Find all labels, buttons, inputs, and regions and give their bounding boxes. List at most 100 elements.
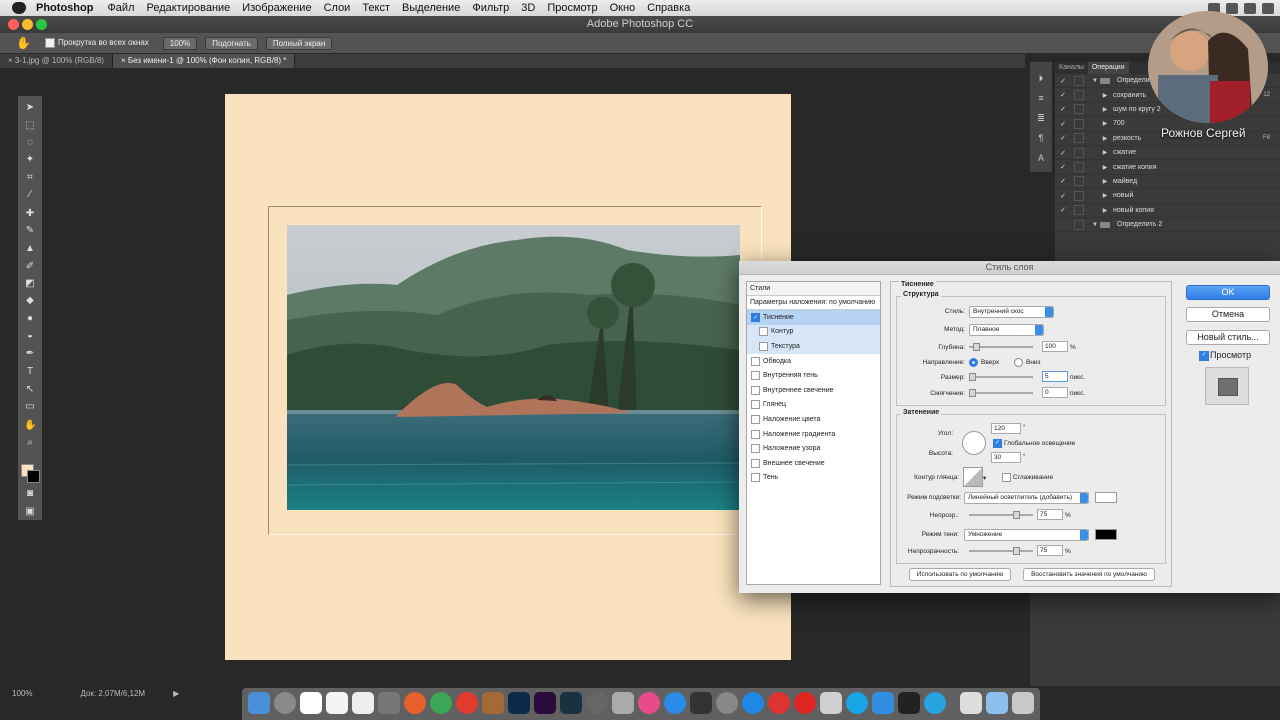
style-checkbox[interactable] bbox=[751, 414, 760, 424]
chevron-down-icon[interactable]: ▼ bbox=[1090, 78, 1100, 84]
help-icon[interactable] bbox=[612, 692, 634, 714]
check-icon[interactable]: ✓ bbox=[1058, 192, 1068, 200]
make-default-button[interactable]: Использовать по умолчанию bbox=[909, 568, 1011, 581]
style-checkbox[interactable] bbox=[759, 327, 768, 337]
style-item[interactable]: Внутренняя тень bbox=[747, 368, 880, 383]
soften-input[interactable]: 0 bbox=[1042, 387, 1068, 398]
style-checkbox[interactable] bbox=[751, 429, 760, 439]
dialog-toggle[interactable] bbox=[1074, 205, 1084, 216]
app-store-icon[interactable] bbox=[664, 692, 686, 714]
dialog-toggle[interactable] bbox=[1074, 162, 1084, 173]
healing-icon[interactable]: ✚ bbox=[24, 208, 36, 220]
action-row[interactable]: ✓ ▶ сжатие bbox=[1055, 146, 1280, 161]
shadow-color-swatch[interactable] bbox=[1095, 529, 1117, 540]
style-item[interactable]: Наложение узора bbox=[747, 441, 880, 456]
action-row[interactable]: ✓ ▶ майвед bbox=[1055, 175, 1280, 190]
marquee-icon[interactable]: ⬚ bbox=[24, 120, 36, 132]
reset-default-button[interactable]: Восстановить значения по умолчанию bbox=[1023, 568, 1155, 581]
status-icon[interactable] bbox=[1226, 2, 1238, 14]
eraser-icon[interactable]: ◩ bbox=[24, 278, 36, 290]
shadow-mode-select[interactable]: Умножение bbox=[964, 529, 1089, 541]
menu-file[interactable]: Файл bbox=[107, 2, 134, 14]
chevron-right-icon[interactable]: ▶ bbox=[1100, 207, 1110, 214]
adjust-icon[interactable]: ≡ bbox=[1035, 92, 1047, 104]
check-icon[interactable]: ✓ bbox=[1058, 134, 1068, 142]
shape-icon[interactable]: ▭ bbox=[24, 401, 36, 413]
size-input[interactable]: 5 bbox=[1042, 371, 1068, 382]
blending-options[interactable]: Параметры наложения: по умолчанию bbox=[747, 296, 880, 310]
menu-help[interactable]: Справка bbox=[647, 2, 690, 14]
background-color-swatch[interactable] bbox=[27, 470, 40, 483]
check-icon[interactable]: ✓ bbox=[1058, 177, 1068, 185]
direction-up-radio[interactable] bbox=[969, 358, 978, 367]
zoom-window-icon[interactable] bbox=[36, 19, 47, 30]
style-checkbox[interactable] bbox=[751, 444, 760, 454]
menu-edit[interactable]: Редактирование bbox=[146, 2, 230, 14]
history-icon[interactable]: ⏵ bbox=[1035, 72, 1047, 84]
history-brush-icon[interactable]: ✐ bbox=[24, 261, 36, 273]
shadow-opacity-thumb[interactable] bbox=[1013, 547, 1020, 555]
depth-input[interactable]: 100 bbox=[1042, 341, 1068, 352]
firefox-icon[interactable] bbox=[404, 692, 426, 714]
highlight-color-swatch[interactable] bbox=[1095, 492, 1117, 503]
system-prefs-icon[interactable] bbox=[716, 692, 738, 714]
lasso-icon[interactable]: ◌ bbox=[24, 137, 36, 149]
chrome-icon[interactable] bbox=[430, 692, 452, 714]
bucket-icon[interactable]: ◆ bbox=[24, 295, 36, 307]
apple-icon[interactable] bbox=[12, 2, 26, 14]
power-icon[interactable] bbox=[794, 692, 816, 714]
itunes-icon[interactable] bbox=[638, 692, 660, 714]
shadow-opacity-input[interactable]: 75 bbox=[1037, 545, 1063, 556]
check-icon[interactable]: ✓ bbox=[1058, 105, 1068, 113]
zoom-level[interactable]: 100% bbox=[12, 689, 32, 698]
menu-window[interactable]: Окно bbox=[610, 2, 636, 14]
yandex-icon[interactable] bbox=[456, 692, 478, 714]
menu-image[interactable]: Изображение bbox=[242, 2, 311, 14]
new-style-button[interactable]: Новый стиль... bbox=[1186, 330, 1270, 345]
style-checkbox[interactable] bbox=[751, 400, 760, 410]
app-icon[interactable] bbox=[924, 692, 946, 714]
style-item[interactable]: Наложение градиента bbox=[747, 427, 880, 442]
chevron-down-icon[interactable]: ▾ bbox=[983, 474, 986, 482]
notes-icon[interactable] bbox=[326, 692, 348, 714]
chevron-down-icon[interactable]: ▼ bbox=[1090, 222, 1100, 228]
angle-input[interactable]: 120 bbox=[991, 423, 1021, 434]
chevron-right-icon[interactable]: ▶ bbox=[1100, 164, 1110, 171]
highlight-opacity-input[interactable]: 75 bbox=[1037, 509, 1063, 520]
status-icon[interactable] bbox=[1262, 2, 1274, 14]
chevron-right-icon[interactable]: ▶ bbox=[1100, 192, 1110, 199]
app-icon[interactable] bbox=[482, 692, 504, 714]
menu-3d[interactable]: 3D bbox=[521, 2, 535, 14]
doc-tab-active[interactable]: × Без имени-1 @ 100% (Фон копия, RGB/8) … bbox=[112, 54, 296, 68]
action-row[interactable]: ✓ ▶ новый bbox=[1055, 189, 1280, 204]
properties-icon[interactable]: ≣ bbox=[1035, 112, 1047, 124]
zoom-100-button[interactable]: 100% bbox=[162, 36, 198, 50]
magic-wand-icon[interactable]: ✦ bbox=[24, 154, 36, 166]
size-slider-thumb[interactable] bbox=[969, 373, 976, 381]
dialog-toggle[interactable] bbox=[1074, 147, 1084, 158]
app-icon[interactable] bbox=[586, 692, 608, 714]
document-icon[interactable] bbox=[960, 692, 982, 714]
menu-view[interactable]: Просмотр bbox=[547, 2, 597, 14]
blur-icon[interactable]: ● bbox=[24, 313, 36, 325]
calendar-icon[interactable] bbox=[300, 692, 322, 714]
altitude-input[interactable]: 30 bbox=[991, 452, 1021, 463]
chevron-right-icon[interactable]: ▶ bbox=[1100, 92, 1110, 99]
launchpad-icon[interactable] bbox=[274, 692, 296, 714]
check-icon[interactable]: ✓ bbox=[1058, 163, 1068, 171]
eyedropper-icon[interactable]: ⁄ bbox=[24, 189, 36, 201]
chevron-right-icon[interactable]: ▶ bbox=[1100, 106, 1110, 113]
menu-layers[interactable]: Слои bbox=[324, 2, 351, 14]
style-checkbox[interactable] bbox=[759, 341, 768, 351]
photoshop-icon[interactable] bbox=[508, 692, 530, 714]
app-icon[interactable] bbox=[378, 692, 400, 714]
style-checkbox[interactable] bbox=[751, 458, 760, 468]
soften-slider[interactable] bbox=[969, 392, 1033, 394]
highlight-opacity-thumb[interactable] bbox=[1013, 511, 1020, 519]
skype-icon[interactable] bbox=[846, 692, 868, 714]
chevron-right-icon[interactable]: ▶ bbox=[1100, 149, 1110, 156]
hand-icon[interactable]: ✋ bbox=[16, 36, 31, 50]
cancel-button[interactable]: Отмена bbox=[1186, 307, 1270, 322]
action-set-row[interactable]: ▼ Определить 2 bbox=[1055, 218, 1280, 233]
app-icon[interactable] bbox=[690, 692, 712, 714]
